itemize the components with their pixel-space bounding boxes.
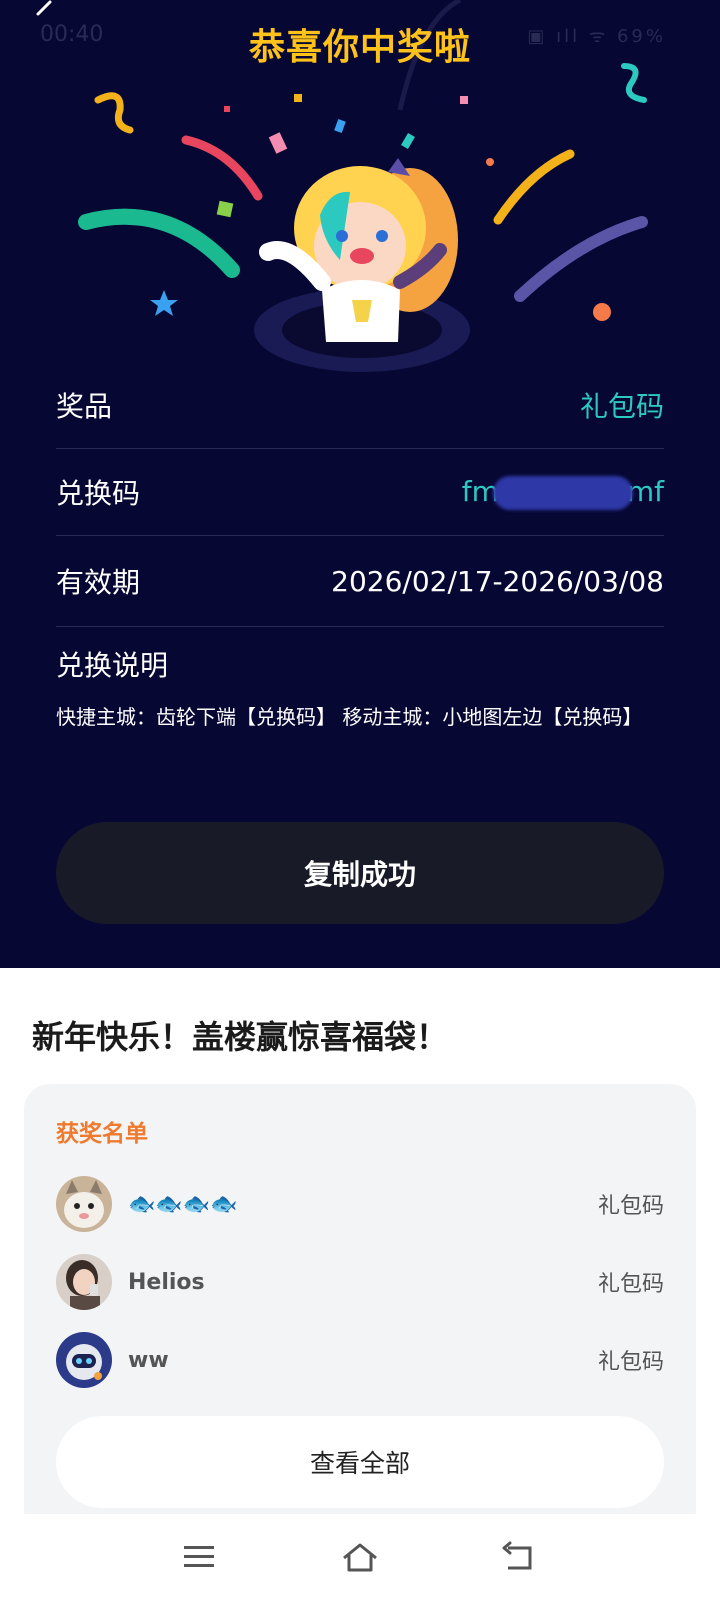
prize-details: 奖品 礼包码 兑换码 fm mf 有效期 2026/02/17-2026/03/0… [56, 362, 664, 627]
code-row[interactable]: 兑换码 fm mf [56, 449, 664, 536]
prize-label: 奖品 [56, 390, 113, 423]
winner-row[interactable]: ww 礼包码 [56, 1330, 664, 1390]
copy-button[interactable]: 复制成功 [56, 822, 664, 924]
validity-label: 有效期 [56, 566, 141, 599]
validity-value: 2026/02/17-2026/03/08 [331, 564, 664, 598]
back-icon[interactable] [500, 1540, 540, 1576]
promo-title: 新年快乐！盖楼赢惊喜福袋！ [32, 1018, 449, 1056]
congrats-title: 恭喜你中奖啦 [248, 27, 471, 68]
instructions-title: 兑换说明 [56, 649, 169, 682]
view-all-button[interactable]: 查看全部 [56, 1416, 664, 1508]
winner-name: 🐟🐟🐟🐟 [128, 1191, 238, 1217]
person-avatar[interactable] [56, 1254, 112, 1310]
winner-prize: 礼包码 [597, 1272, 664, 1297]
winner-row[interactable]: 🐟🐟🐟🐟 礼包码 [56, 1174, 664, 1234]
winner-prize: 礼包码 [597, 1194, 664, 1219]
code-label: 兑换码 [56, 477, 141, 510]
redacted-area [492, 475, 633, 510]
cat-avatar[interactable] [56, 1176, 112, 1232]
winner-prize: 礼包码 [597, 1350, 664, 1375]
system-nav-bar [0, 1514, 720, 1600]
validity-row: 有效期 2026/02/17-2026/03/08 [56, 536, 664, 627]
home-icon[interactable] [340, 1540, 380, 1576]
winner-name: ww [128, 1347, 169, 1373]
prize-hero: 00:40 ▣ ıll ᯤ 69% 恭喜你中奖啦 奖品 礼包码 兑换码 fm m… [0, 0, 720, 968]
prize-value: 礼包码 [579, 390, 664, 423]
robot-avatar[interactable] [56, 1332, 112, 1388]
prize-row: 奖品 礼包码 [56, 362, 664, 449]
winner-row[interactable]: Helios 礼包码 [56, 1252, 664, 1312]
winner-name: Helios [128, 1269, 205, 1295]
winners-card: 获奖名单 🐟🐟🐟🐟 礼包码 Helios 礼包码 ww 礼包码 查看全部 [24, 1084, 696, 1514]
winners-title: 获奖名单 [56, 1121, 148, 1147]
menu-icon[interactable] [180, 1540, 220, 1576]
redeem-code[interactable]: fm mf [462, 475, 664, 510]
instructions-text: 快捷主城：齿轮下端【兑换码】 移动主城：小地图左边【兑换码】 [56, 705, 643, 729]
